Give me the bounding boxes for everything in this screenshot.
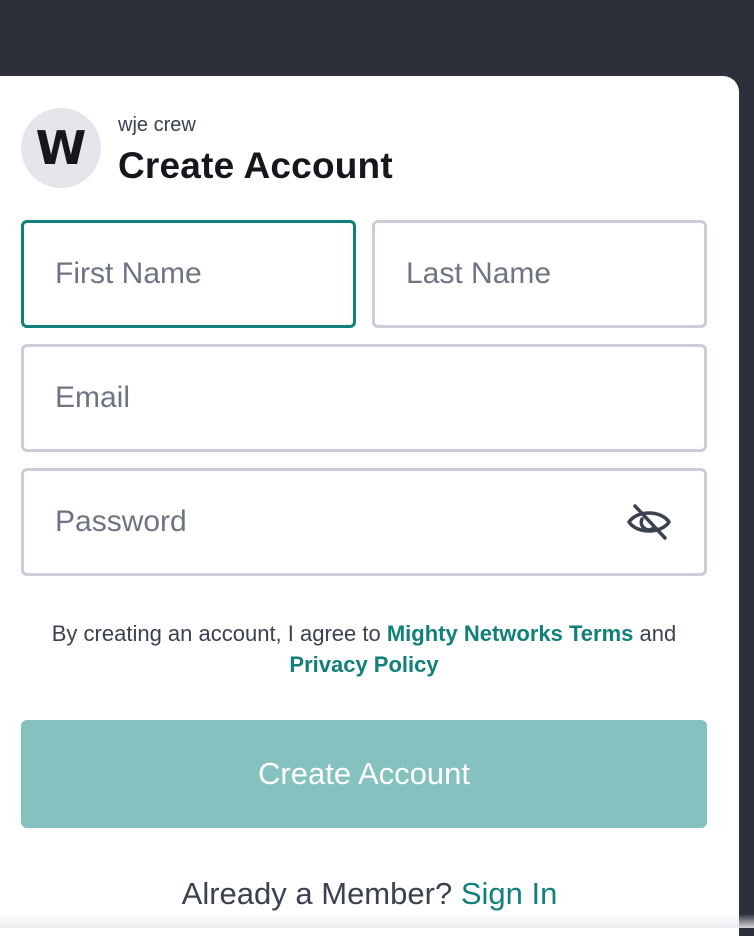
signin-prompt: Already a Member? [182,876,453,911]
password-field[interactable] [21,468,707,576]
terms-conjunction: and [640,621,677,646]
terms-link[interactable]: Mighty Networks Terms [387,621,634,646]
scroll-fade [0,914,754,928]
community-initial: W [36,121,87,175]
sign-in-link[interactable]: Sign In [461,876,558,911]
privacy-policy-link[interactable]: Privacy Policy [289,652,438,677]
community-name: wje crew [118,114,196,137]
first-name-input[interactable] [24,223,353,325]
terms-prefix: By creating an account, I agree to [52,621,381,646]
create-account-modal: W wje crew Create Account By creating an… [0,76,739,936]
signin-row: Already a Member? Sign In [0,876,739,912]
email-input[interactable] [24,347,704,449]
password-input[interactable] [24,471,704,573]
terms-notice: By creating an account, I agree to Might… [21,618,707,680]
page-title: Create Account [118,145,393,187]
first-name-field[interactable] [21,220,356,328]
create-account-button[interactable]: Create Account [21,720,707,828]
last-name-input[interactable] [375,223,704,325]
modal-header: W wje crew Create Account [21,108,701,188]
email-field[interactable] [21,344,707,452]
community-avatar: W [21,108,101,188]
last-name-field[interactable] [372,220,707,328]
eye-slash-icon[interactable] [624,502,674,542]
